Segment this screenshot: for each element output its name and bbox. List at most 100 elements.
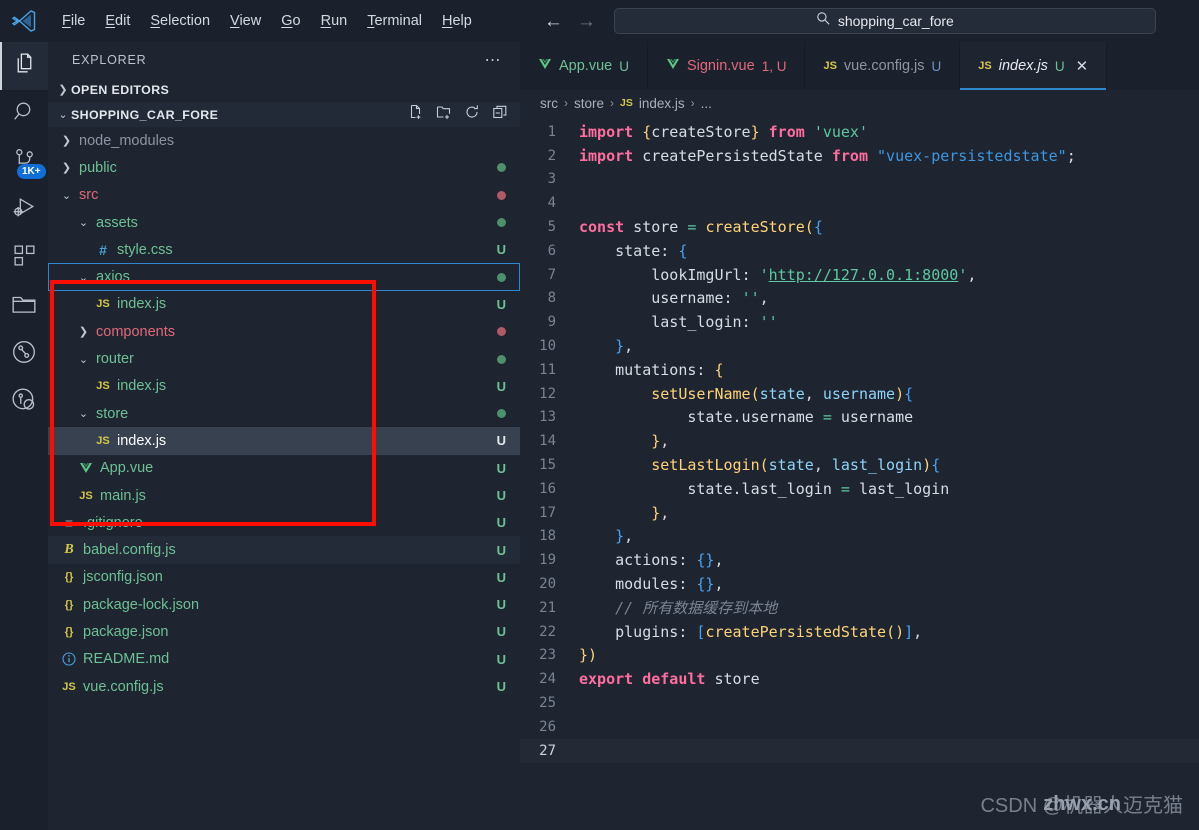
menu-file[interactable]: File — [52, 8, 95, 34]
collapse-all-icon[interactable] — [492, 104, 508, 125]
breadcrumb-item[interactable]: store — [574, 96, 604, 111]
tree-item-label: vue.config.js — [83, 678, 164, 695]
ellipsis-icon[interactable]: ⋯ — [485, 50, 503, 70]
refresh-icon[interactable] — [464, 104, 480, 125]
tree-item-src[interactable]: ⌄ src — [48, 182, 520, 209]
menu-help[interactable]: Help — [432, 8, 482, 34]
line-number: 16 — [539, 480, 556, 497]
code-line-text: plugins: [createPersistedState()], — [572, 623, 922, 641]
tree-item-main-js[interactable]: JS main.js U — [48, 482, 520, 509]
tree-item-readme-md[interactable]: README.md U — [48, 646, 520, 673]
menu-view[interactable]: View — [220, 8, 271, 34]
code-token: state.last_login — [579, 479, 841, 498]
line-number: 21 — [539, 599, 556, 616]
tree-item-jsconfig-json[interactable]: {} jsconfig.json U — [48, 564, 520, 591]
chevron-down-icon[interactable]: ⌄ — [75, 216, 92, 229]
menu-terminal[interactable]: Terminal — [357, 8, 432, 34]
editor-tab-vue-config-js[interactable]: JS vue.config.js U — [805, 42, 961, 90]
breadcrumb-item[interactable]: src — [540, 96, 558, 111]
tree-item-package-json[interactable]: {} package.json U — [48, 618, 520, 645]
git-status-badge: U — [496, 460, 506, 476]
code-token: '' — [759, 313, 778, 332]
code-token[interactable]: http://127.0.0.1:8000 — [769, 266, 959, 284]
tree-item-public[interactable]: ❯ public — [48, 154, 520, 181]
activity-item-folder[interactable] — [0, 282, 48, 330]
chevron-right-icon[interactable]: ❯ — [58, 134, 75, 147]
tree-item-label: jsconfig.json — [83, 569, 163, 586]
editor-tab-index-js[interactable]: JS index.js U ✕ — [960, 42, 1108, 90]
code-editor[interactable]: 1 import {createStore} from 'vuex' 2 import… — [520, 116, 1199, 763]
code-line: 8 username: '', — [520, 287, 1199, 311]
chevron-right-icon: ❯ — [58, 84, 68, 96]
tree-item-babel-config-js[interactable]: Bbabel.config.js U — [48, 536, 520, 564]
code-line-text: setLastLogin(state, last_login){ — [572, 456, 940, 474]
tree-item-gitignore[interactable]: ≡ .gitignore U — [48, 509, 520, 536]
git-status-dot — [497, 163, 506, 173]
arrow-right-icon[interactable]: → — [577, 12, 596, 31]
editor-tab-app-vue[interactable]: App.vue U — [520, 42, 648, 90]
tree-item-label: .gitignore — [83, 514, 143, 531]
tree-item-vue-config-js[interactable]: JS vue.config.js U — [48, 673, 520, 700]
section-open-editors[interactable]: ❯ OPEN EDITORS — [48, 77, 520, 102]
line-number: 23 — [539, 647, 556, 664]
tree-item-package-lock-json[interactable]: {} package-lock.json U — [48, 591, 520, 618]
code-token: createStore — [705, 218, 805, 237]
tree-item-app-vue[interactable]: App.vue U — [48, 455, 520, 482]
activity-item-run-and-debug[interactable] — [0, 186, 48, 234]
activity-item-extensions[interactable] — [0, 234, 48, 282]
tree-item-node-modules[interactable]: ❯ node_modules — [48, 127, 520, 154]
command-search-bar[interactable]: shopping_car_fore — [613, 8, 1156, 34]
js-file-icon: JS — [62, 680, 76, 693]
code-token: 'vuex' — [813, 122, 868, 141]
breadcrumb-item[interactable]: index.js — [639, 96, 685, 111]
line-number: 5 — [547, 219, 556, 236]
section-project-root[interactable]: ⌄ SHOPPING_CAR_FORE — [48, 102, 520, 127]
tree-item-label: package-lock.json — [83, 596, 200, 613]
breadcrumb-item[interactable]: ... — [701, 96, 712, 111]
tree-item-index-js[interactable]: JS index.js U — [48, 427, 520, 455]
menu-edit[interactable]: Edit — [95, 8, 140, 34]
activity-item-explorer[interactable] — [0, 42, 48, 90]
search-icon — [12, 99, 37, 129]
code-line: 25 — [520, 691, 1199, 715]
code-line: 4 — [520, 191, 1199, 215]
editor-tab-status: U — [1054, 58, 1065, 74]
tree-item-router[interactable]: ⌄ router — [48, 345, 520, 372]
navigation-buttons: ← → — [544, 12, 596, 31]
source-control-badge: 1K+ — [17, 164, 46, 179]
code-token: modules — [579, 575, 679, 594]
git-status-badge: U — [496, 542, 506, 558]
activity-item-gitlens[interactable] — [0, 378, 48, 426]
tree-item-assets[interactable]: ⌄ assets — [48, 209, 520, 236]
chevron-down-icon[interactable]: ⌄ — [75, 407, 92, 420]
activity-item-git-graph[interactable] — [0, 330, 48, 378]
chevron-right-icon[interactable]: ❯ — [75, 325, 92, 338]
git-status-badge: U — [496, 433, 506, 449]
arrow-left-icon[interactable]: ← — [544, 12, 563, 31]
tree-item-components[interactable]: ❯ components — [48, 318, 520, 345]
code-token: state.username — [579, 408, 823, 427]
code-token: ) — [895, 384, 905, 403]
menu-run[interactable]: Run — [311, 8, 358, 34]
tree-item-axios[interactable]: ⌄ axios — [48, 263, 520, 291]
new-folder-icon[interactable] — [436, 104, 452, 125]
chevron-down-icon[interactable]: ⌄ — [75, 271, 92, 284]
tree-item-store[interactable]: ⌄ store — [48, 400, 520, 427]
chevron-right-icon[interactable]: ❯ — [58, 161, 75, 174]
tree-item-style-css[interactable]: # style.css U — [48, 236, 520, 263]
code-line-text: state.username = username — [572, 408, 913, 426]
tree-item-index-js[interactable]: JS index.js U — [48, 291, 520, 318]
close-icon[interactable]: ✕ — [1076, 57, 1089, 75]
chevron-down-icon[interactable]: ⌄ — [58, 189, 75, 202]
editor-tab-signin-vue[interactable]: Signin.vue 1, U — [647, 42, 806, 90]
menu-go[interactable]: Go — [271, 8, 310, 34]
activity-item-search[interactable] — [0, 90, 48, 138]
code-line-text: last_login: '' — [572, 313, 778, 332]
menu-selection[interactable]: Selection — [140, 8, 220, 34]
chevron-down-icon[interactable]: ⌄ — [75, 353, 92, 366]
tree-item-index-js[interactable]: JS index.js U — [48, 373, 520, 400]
activity-item-source-control[interactable]: 1K+ — [0, 138, 48, 186]
vscode-logo-icon — [0, 0, 48, 42]
new-file-icon[interactable] — [408, 104, 424, 125]
